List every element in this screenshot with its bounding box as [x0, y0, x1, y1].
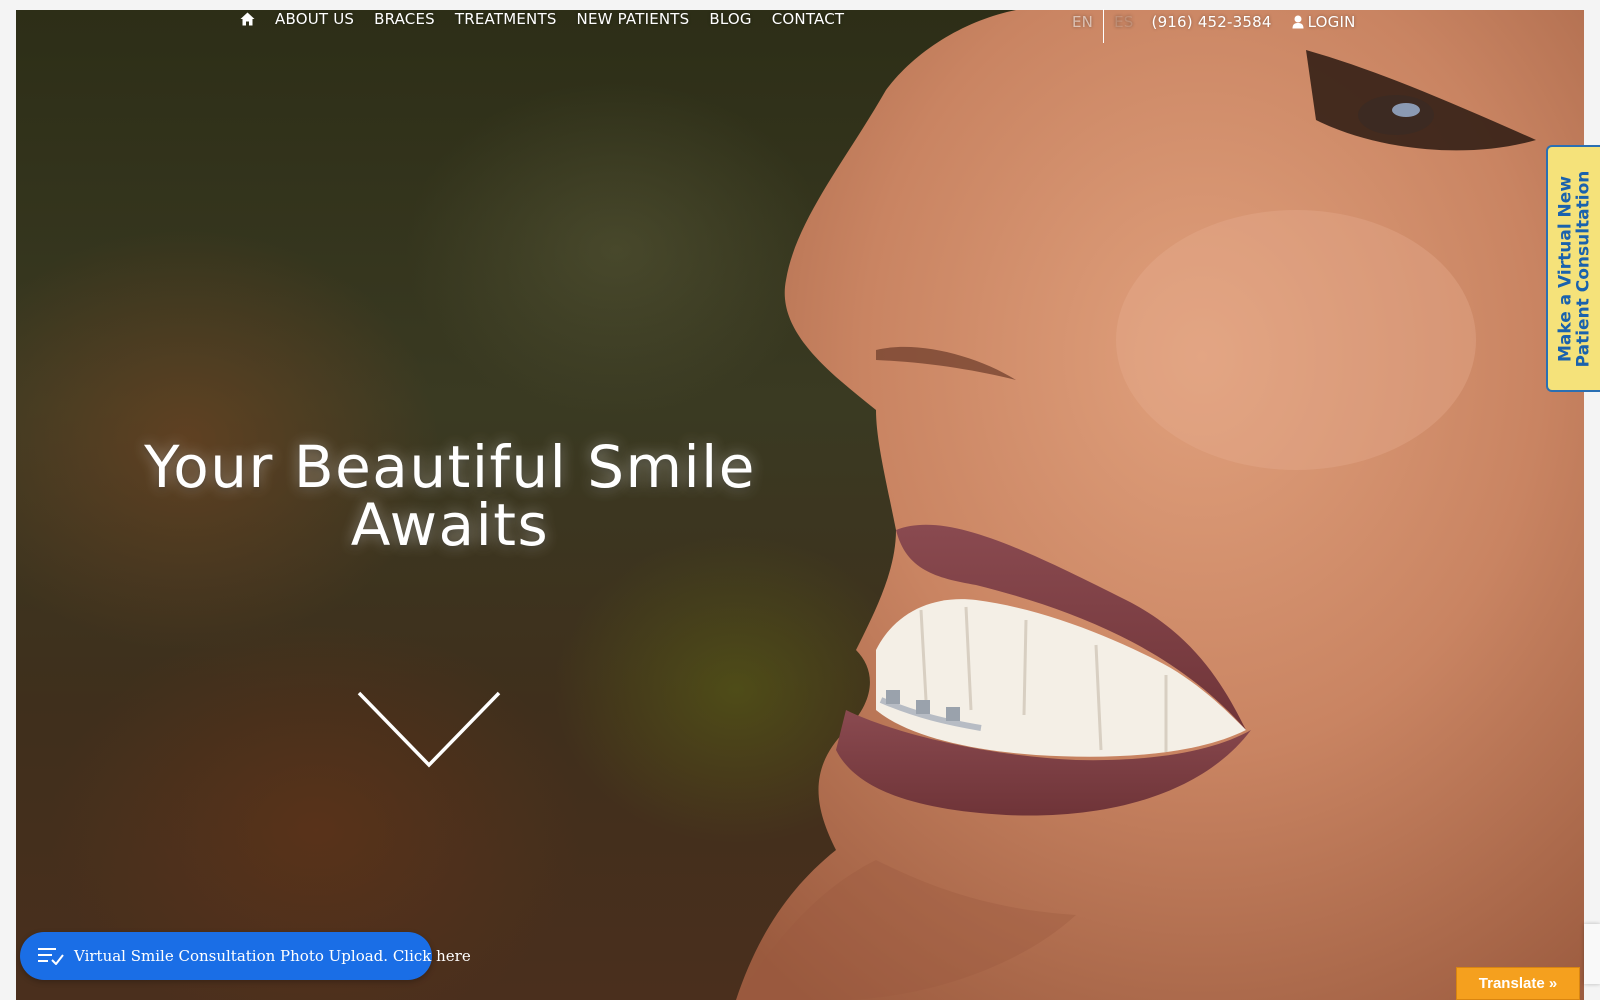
language-en-link[interactable]: EN [1072, 13, 1093, 31]
side-tab-line-2: Patient Consultation [1573, 170, 1593, 367]
login-link[interactable]: LOGIN [1292, 13, 1356, 31]
user-icon [1292, 15, 1304, 29]
hero-title-line-1: Your Beautiful Smile [144, 433, 756, 501]
phone-link[interactable]: (916) 452-3584 [1152, 13, 1272, 31]
nav-item-new-patients[interactable]: NEW PATIENTS [577, 10, 690, 28]
utility-menu: EN ES (916) 452-3584 LOGIN [1072, 9, 1356, 43]
recaptcha-badge[interactable] [1584, 924, 1600, 984]
virtual-consultation-tab-label: Make a Virtual New Patient Consultation [1555, 170, 1593, 367]
chevron-down-icon[interactable] [356, 690, 502, 770]
side-tab-line-1: Make a Virtual New [1555, 175, 1575, 362]
hero-title: Your Beautiful Smile Awaits [100, 438, 800, 554]
checklist-icon [38, 947, 74, 965]
nav-item-blog[interactable]: BLOG [709, 10, 751, 28]
translate-button[interactable]: Translate » [1456, 967, 1580, 1000]
nav-item-treatments[interactable]: TREATMENTS [455, 10, 557, 28]
nav-item-about-us[interactable]: ABOUT US [275, 10, 354, 28]
virtual-consultation-tab[interactable]: Make a Virtual New Patient Consultation [1546, 145, 1600, 392]
top-navigation: ABOUT US BRACES TREATMENTS NEW PATIENTS … [0, 9, 1600, 43]
hero-title-line-2: Awaits [350, 491, 550, 559]
login-label: LOGIN [1307, 13, 1356, 31]
nav-item-braces[interactable]: BRACES [374, 10, 435, 28]
page: ABOUT US BRACES TREATMENTS NEW PATIENTS … [0, 0, 1600, 1000]
language-es-link[interactable]: ES [1114, 13, 1133, 31]
smile-consultation-upload-label: Virtual Smile Consultation Photo Upload.… [74, 947, 471, 965]
home-icon[interactable] [240, 12, 255, 26]
smile-consultation-upload-button[interactable]: Virtual Smile Consultation Photo Upload.… [20, 932, 471, 980]
nav-item-contact[interactable]: CONTACT [772, 10, 845, 28]
language-divider [1103, 9, 1105, 43]
main-menu: ABOUT US BRACES TREATMENTS NEW PATIENTS … [240, 10, 844, 28]
